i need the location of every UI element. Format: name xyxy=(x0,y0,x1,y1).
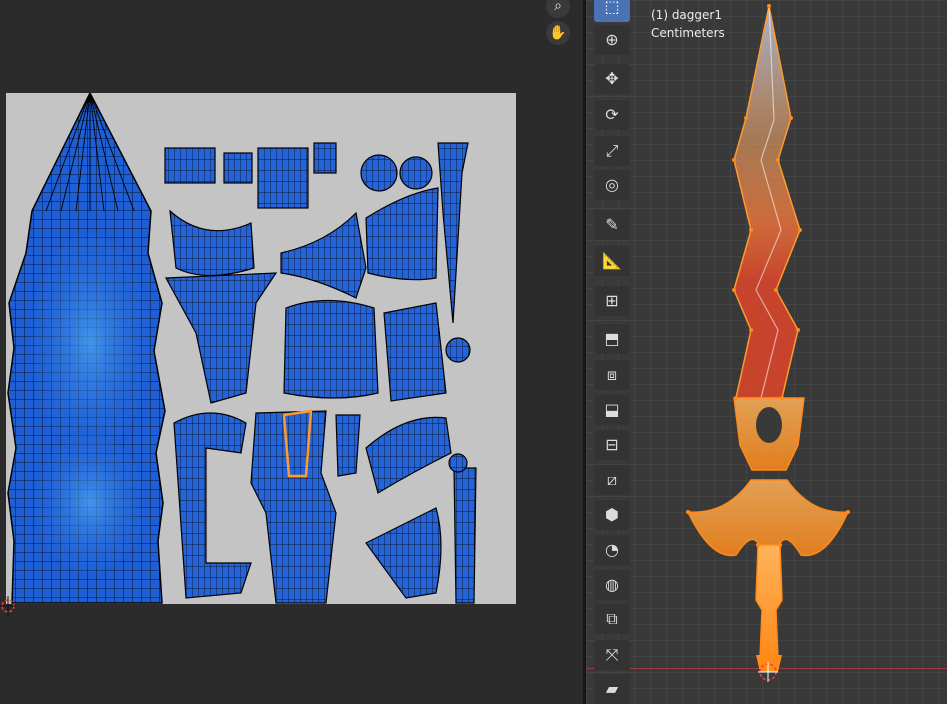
uv-canvas[interactable] xyxy=(6,93,516,604)
uv-island-group-top xyxy=(164,142,471,404)
blade xyxy=(733,5,801,399)
tool-shelf: ⬚ ⊕ ✥ ⟳ ⤢ ◎ ✎ 📐 ⊞ ⬒ ⧈ ⬓ ⊟ ⧄ ⬢ ◔ ◍ ⧉ ⤧ ▰ xyxy=(594,0,632,704)
edge-slide-tool[interactable]: ⧉ xyxy=(594,604,630,634)
knife-tool[interactable]: ⧄ xyxy=(594,465,630,495)
rotate-tool[interactable]: ⟳ xyxy=(594,100,630,130)
uv-island-blade xyxy=(7,93,166,604)
shear-tool[interactable]: ▰ xyxy=(594,674,630,704)
smooth-tool[interactable]: ◍ xyxy=(594,570,630,600)
uv-island-group-bottom xyxy=(173,409,477,604)
pan-hand-icon[interactable]: ✋ xyxy=(546,21,570,45)
measure-tool[interactable]: 📐 xyxy=(594,246,630,276)
inset-faces-tool[interactable]: ⧈ xyxy=(594,360,630,390)
uv-editor-area[interactable]: ⌕ ✋ xyxy=(0,0,583,704)
spin-tool[interactable]: ◔ xyxy=(594,535,630,565)
shrink-fatten-tool[interactable]: ⤧ xyxy=(594,640,630,670)
crossguard xyxy=(686,479,850,557)
annotate-tool[interactable]: ✎ xyxy=(594,210,630,240)
select-box-tool[interactable]: ⬚ xyxy=(594,0,630,22)
cursor-tool[interactable]: ⊕ xyxy=(594,25,630,55)
extrude-region-tool[interactable]: ⬒ xyxy=(594,324,630,354)
scale-tool[interactable]: ⤢ xyxy=(594,136,630,166)
uv-cursor-icon[interactable] xyxy=(0,594,20,618)
grip xyxy=(755,544,783,661)
move-tool[interactable]: ✥ xyxy=(594,64,630,94)
bevel-tool[interactable]: ⬓ xyxy=(594,395,630,425)
zoom-icon[interactable]: ⌕ xyxy=(546,0,570,18)
dagger-mesh[interactable] xyxy=(586,0,947,704)
add-cube-tool[interactable]: ⊞ xyxy=(594,286,630,316)
transform-tool[interactable]: ◎ xyxy=(594,170,630,200)
loop-cut-tool[interactable]: ⊟ xyxy=(594,430,630,460)
3d-viewport[interactable]: (1) dagger1 Centimeters ⬚ ⊕ ✥ ⟳ ⤢ ◎ ✎ 📐 … xyxy=(586,0,947,704)
uv-islands xyxy=(7,93,477,604)
poly-build-tool[interactable]: ⬢ xyxy=(594,500,630,530)
